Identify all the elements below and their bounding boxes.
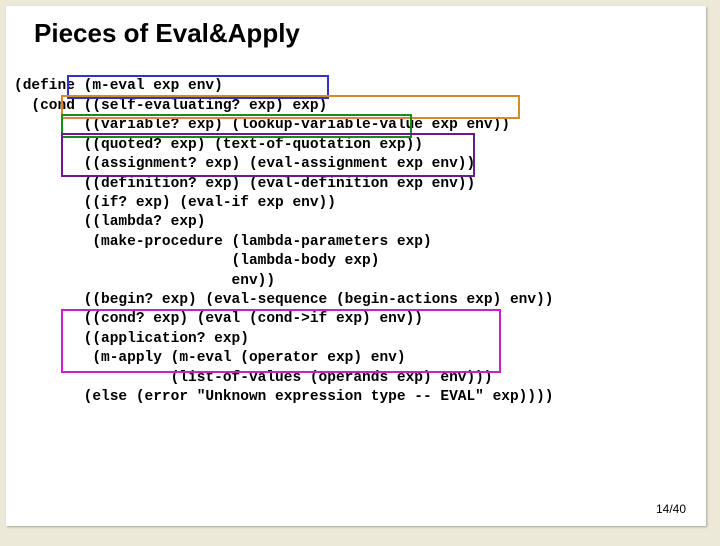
code-line: (lambda-body exp) <box>14 253 379 269</box>
slide: Pieces of Eval&Apply (define (m-eval exp… <box>6 6 706 526</box>
code-line: ((definition? exp) (eval-definition exp … <box>14 176 475 192</box>
code-line: (make-procedure (lambda-parameters exp) <box>14 234 432 250</box>
code-line: ((begin? exp) (eval-sequence (begin-acti… <box>14 292 554 308</box>
highlight-assign-def <box>61 133 475 177</box>
code-line: ((lambda? exp) <box>14 214 205 230</box>
page-number: 14/40 <box>656 502 686 516</box>
code-line: env)) <box>14 273 275 289</box>
highlight-application <box>61 309 501 373</box>
code-line: ((if? exp) (eval-if exp env)) <box>14 195 336 211</box>
code-line: (else (error "Unknown expression type --… <box>14 389 554 405</box>
slide-title: Pieces of Eval&Apply <box>6 6 706 55</box>
